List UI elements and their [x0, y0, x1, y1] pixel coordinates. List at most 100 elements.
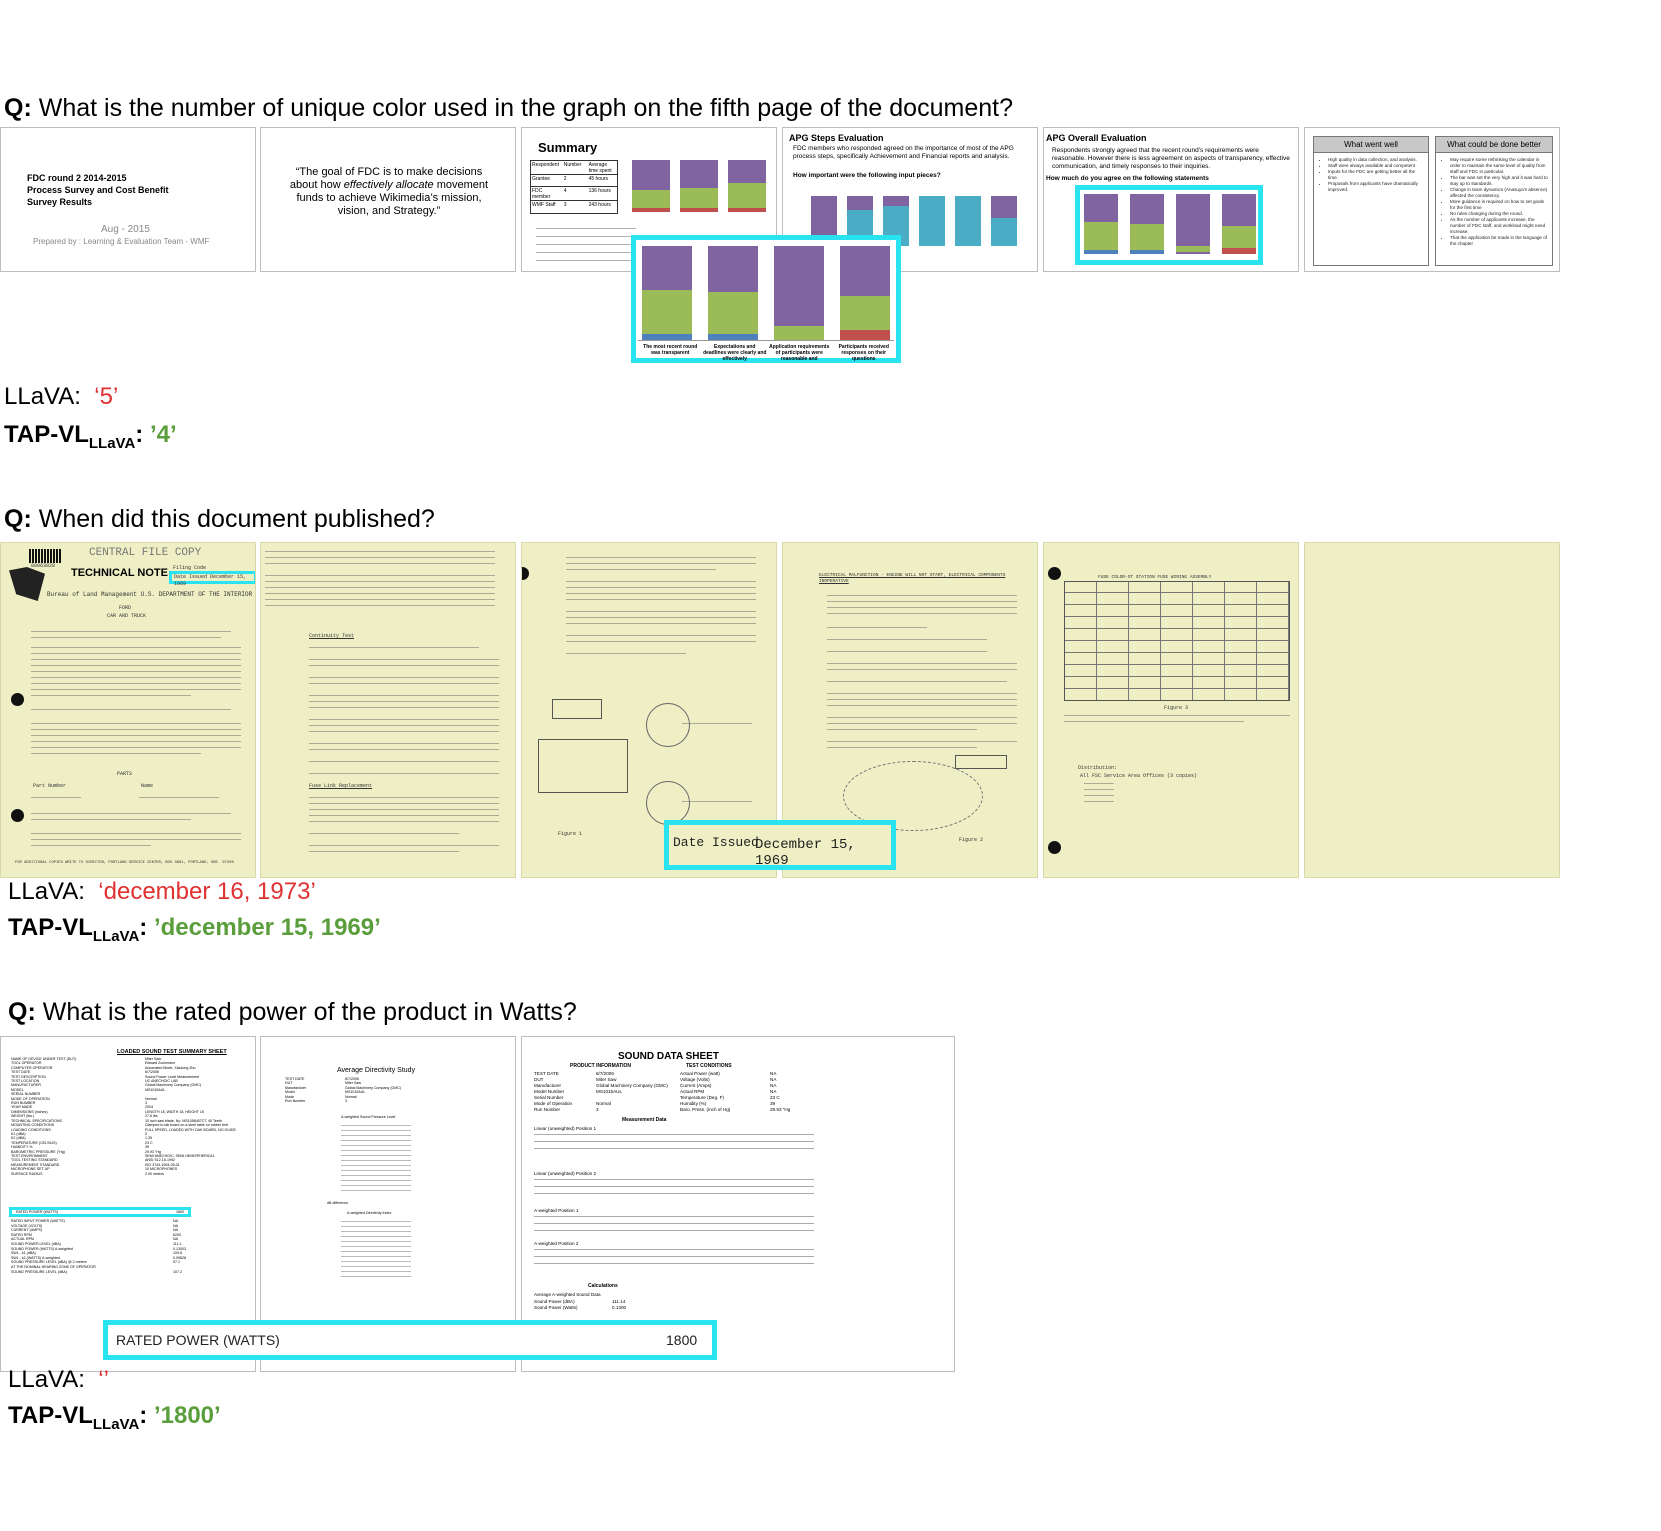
name-col: Name: [141, 783, 154, 789]
question-text: What is the number of unique color used …: [31, 94, 1013, 122]
q2-page-5: FUSE COLOR-ST STATION FUSE WIRING ASSEMB…: [1043, 542, 1299, 878]
rated-power-value: 1800: [666, 1332, 698, 1348]
date-issued-value: December 15, 1969: [755, 837, 856, 869]
avg-row: Sound Power (Watts) 0.1300: [534, 1305, 654, 1311]
q1-page-2: “The goal of FDC is to make decisions ab…: [260, 127, 516, 272]
directivity-sub1: A-weighted Sound Pressure Level: [341, 1115, 396, 1119]
part-number-col: Part Number: [33, 783, 67, 789]
quote: “The goal of FDC is to make decisions ab…: [289, 166, 489, 217]
bureau-line: Bureau of Land Management U.S. DEPARTMEN…: [47, 591, 253, 598]
summary-row-value: MS1015AUL: [145, 1087, 166, 1092]
apg-steps-text: FDC members who responded agreed on the …: [793, 145, 1014, 160]
q2-page-2: Continuity Test Fuse Link Replacement: [260, 542, 516, 878]
condition-row-value: 29.93 "Hg: [770, 1107, 791, 1112]
avg-row-value: 0.1300: [612, 1305, 627, 1310]
q2-tap-answer: TAP-VLLLaVA: ’december 15, 1969’: [8, 914, 381, 945]
meta-row-value: 3: [345, 1099, 347, 1104]
product-information: PRODUCT INFORMATION: [570, 1063, 632, 1069]
product-row-key: Run Number: [534, 1107, 561, 1112]
question-3: Q: What is the rated power of the produc…: [8, 998, 577, 1026]
ford-heading: FORD: [119, 605, 132, 611]
date-text: Aug - 2015: [101, 224, 150, 235]
avg-a-weighted: Average A-weighted Sound Data: [534, 1292, 601, 1297]
avg-row-key: Sound Power (Watts): [534, 1305, 578, 1310]
section-3: A-weighted Position 1: [534, 1208, 579, 1213]
meta-row-key: Run Number: [285, 1099, 306, 1104]
calculations: Calculations: [588, 1283, 618, 1289]
q2-page-6: [1304, 542, 1560, 878]
summary-row-value: 2.00 meters: [145, 1171, 164, 1176]
summary-title: Summary: [538, 140, 598, 155]
apg-steps-title: APG Steps Evaluation: [789, 133, 884, 143]
question-1: Q: What is the number of unique color us…: [4, 94, 1013, 123]
q1-page-6: What went well High quality in data coll…: [1304, 127, 1560, 272]
figure-3: Figure 3: [1164, 705, 1189, 711]
zoom-label-1: The most recent round was transparent: [643, 344, 698, 356]
q3-llava-answer: LLaVA: ‘’: [8, 1366, 109, 1393]
electrical-malfunction: ELECTRICAL MALFUNCTION - ENGINE WILL NOT…: [819, 573, 1006, 584]
meta-row: Run Number 3: [285, 1099, 485, 1103]
summary-row-key: SOUND PRESSURE LEVEL (dBA): [11, 1269, 67, 1274]
q1-page5-chart-highlight: [1075, 185, 1263, 265]
zoom-label-4: Participants received responses on their…: [838, 344, 889, 362]
q2-llava-answer: LLaVA: ‘december 16, 1973’: [8, 878, 316, 905]
section-2: Linear (unweighted) Position 2: [534, 1171, 597, 1176]
barcode-number: 88063828: [31, 563, 56, 569]
measurement-data: Measurement Data: [622, 1117, 667, 1123]
q1-page-1: FDC round 2 2014-2015 Process Survey and…: [0, 127, 256, 272]
directivity-meta: TEST DATE 6/7/2006 DUT Miter Saw Manufacture…: [285, 1077, 485, 1103]
prepared-by: Prepared by : Learning & Evaluation Team…: [33, 237, 210, 246]
central-file-copy: CENTRAL FILE COPY: [89, 547, 202, 559]
footer-address: FOR ADDITIONAL COPIES WRITE TO DIRECTOR,…: [15, 861, 234, 865]
q1-tap-answer: TAP-VLLLaVA: ’4’: [4, 421, 177, 452]
apg-overall-subtitle: How much do you agree on the following s…: [1046, 175, 1209, 182]
fuse-table-title: FUSE COLOR-ST STATION FUSE WIRING ASSEMB…: [1098, 575, 1212, 580]
q1-llava-answer: LLaVA: ‘5’: [4, 383, 119, 410]
q3-zoomed-rated-power: RATED POWER (WATTS) 1800: [103, 1320, 717, 1360]
apg-steps-subtitle: How important were the following input p…: [793, 172, 941, 179]
distribution: Distribution:: [1078, 765, 1118, 771]
product-info-rows: TEST DATE 6/7/2006 DUT Miter Saw Manufacture…: [534, 1071, 674, 1113]
summary-row-value: FULL SPEED, LOADED WITH OAK BOARD, NO GU…: [145, 1127, 236, 1132]
q3-tap-answer: TAP-VLLLaVA: ’1800’: [8, 1402, 221, 1433]
title-line-2: Process Survey and Cost Benefit: [27, 185, 169, 195]
q2-zoomed-date: Date Issued December 15, 1969: [664, 820, 896, 870]
summary-row-value: 97.1: [173, 1260, 180, 1265]
apg-overall-title: APG Overall Evaluation: [1046, 133, 1147, 143]
directivity-sub2: A-weighted Directivity Index: [347, 1211, 392, 1215]
product-row-value: 3: [596, 1107, 599, 1112]
continuity-test: Continuity Test: [309, 633, 355, 639]
figure-2: Figure 2: [959, 837, 984, 843]
technical-note: TECHNICAL NOTE: [71, 567, 168, 579]
summary-row: SURFACE RADIUS 2.00 meters: [11, 1172, 251, 1176]
date-issued-label: Date Issued: [673, 835, 759, 850]
question-2: Q: When did this document published?: [4, 505, 435, 533]
summary-rows: NAME OF DEVICE UNDER TEST (DUT) Miter Saw…: [11, 1057, 251, 1176]
sound-data-title: SOUND DATA SHEET: [618, 1051, 719, 1062]
done-better-header: What could be done better: [1436, 137, 1552, 153]
condition-row-key: Baro. Press. (inch of Hg): [680, 1107, 731, 1112]
zoom-label-3: Application requirements of participants…: [769, 344, 830, 362]
rated-power-box: RATED POWER (WATTS) 1800: [9, 1207, 191, 1217]
summary-table: Respondent Number Average time spent Gra…: [530, 160, 618, 214]
date-issued-small: Date Issued December 15, 1969: [169, 571, 255, 587]
car-truck: CAR AND TRUCK: [107, 613, 147, 619]
summary-row-value: 107.2: [173, 1269, 182, 1274]
test-conditions: TEST CONDITIONS: [686, 1063, 732, 1069]
went-well-header: What went well: [1314, 137, 1428, 153]
summary-row: SOUND PRESSURE LEVEL (dBA) 107.2: [11, 1270, 251, 1275]
product-row-value: MS1015AUL: [596, 1089, 623, 1094]
rated-power-label: RATED POWER (WATTS): [116, 1332, 280, 1348]
product-row: Run Number 3: [534, 1107, 674, 1113]
db-difference: dB difference: [327, 1201, 349, 1205]
q2-page-1: 88063828 CENTRAL FILE COPY TECHNICAL NOT…: [0, 542, 256, 878]
figure-1: Figure 1: [558, 831, 583, 837]
directivity-title: Average Directivity Study: [337, 1067, 416, 1074]
distribution-line: All FSC Service Area Offices (3 copies): [1080, 773, 1198, 779]
title-line-3: Survey Results: [27, 197, 93, 207]
summary-rows-2: RATED INPUT POWER (WATTS) NA VOLTAGE (VOLT…: [11, 1219, 251, 1274]
section-4: A-weighted Position 2: [534, 1241, 579, 1246]
title-line-1: FDC round 2 2014-2015: [27, 173, 127, 183]
section-1: Linear (unweighted) Position 1: [534, 1126, 597, 1131]
apg-overall-text: Respondents strongly agreed that the rec…: [1052, 147, 1290, 170]
